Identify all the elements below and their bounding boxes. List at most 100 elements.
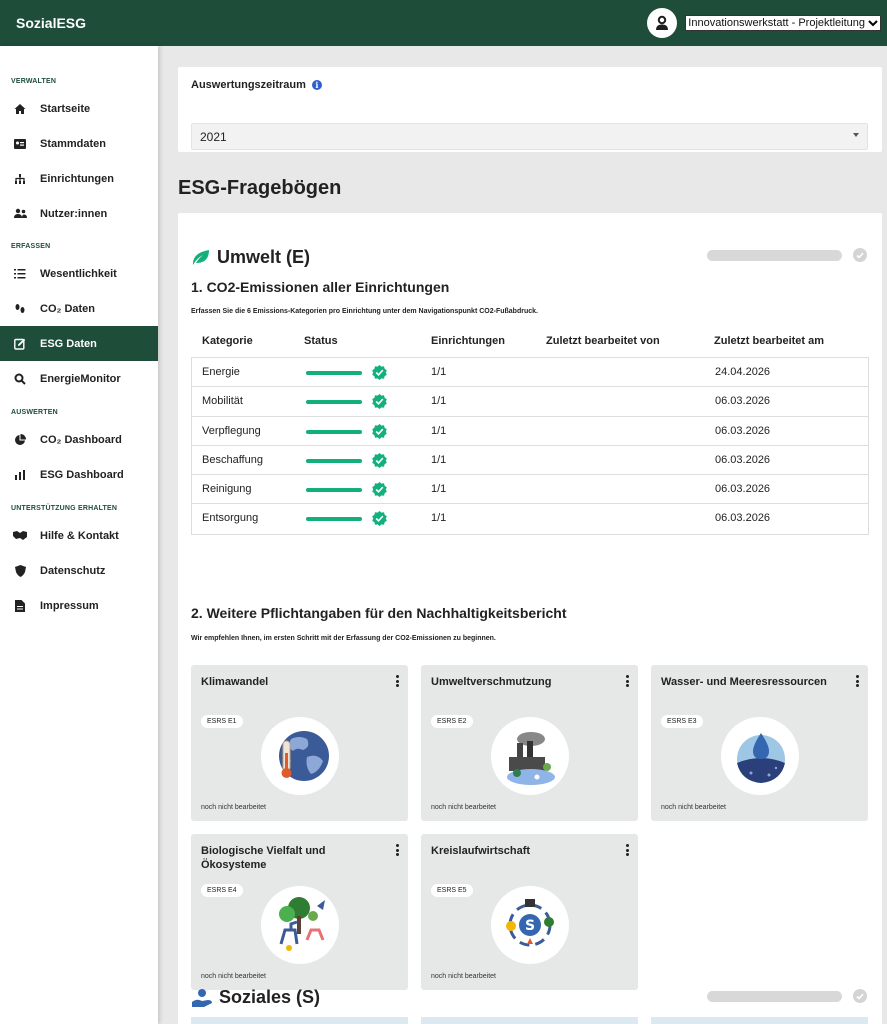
more-options-icon[interactable]: [395, 675, 399, 687]
table-row[interactable]: Verpflegung 1/1 06.03.2026: [192, 417, 868, 446]
sidebar-item-esg-daten[interactable]: ESG Daten: [0, 326, 158, 361]
further-section-hint: Wir empfehlen Ihnen, im ersten Schritt m…: [191, 635, 496, 642]
esrs-badge: ESRS E5: [431, 884, 473, 897]
period-select[interactable]: 2021: [191, 123, 868, 150]
tile-umweltverschmutzung[interactable]: Umweltverschmutzung ESRS E2 noch nicht b…: [421, 665, 638, 821]
tile-status: noch nicht bearbeitet: [201, 973, 266, 980]
sidebar-item-co2-daten[interactable]: CO₂ Daten: [0, 291, 158, 326]
sidebar-item-label: Impressum: [40, 599, 99, 612]
cell-bearbeitet-am: 06.03.2026: [715, 512, 771, 525]
further-section-title: 2. Weitere Pflichtangaben für den Nachha…: [191, 605, 567, 621]
tile-wasser-meeresressourcen[interactable]: Wasser- und Meeresressourcen ESRS E3 noc…: [651, 665, 868, 821]
tile-biologische-vielfalt[interactable]: Biologische Vielfalt und Ökosysteme ESRS…: [191, 834, 408, 990]
sidebar-item-label: CO₂ Daten: [40, 302, 96, 315]
more-options-icon[interactable]: [625, 844, 629, 856]
table-row[interactable]: Entsorgung 1/1 06.03.2026: [192, 504, 868, 533]
more-options-icon[interactable]: [395, 844, 399, 856]
list-icon: [13, 267, 27, 281]
check-circle-icon: [853, 989, 867, 1003]
column-header[interactable]: Zuletzt bearbeitet am: [714, 335, 824, 347]
cell-einrichtungen: 1/1: [431, 366, 447, 378]
status-progress-bar: [306, 400, 362, 405]
sidebar-item-stammdaten[interactable]: Stammdaten: [0, 126, 158, 161]
sidebar-item-nutzerinnen[interactable]: Nutzer:innen: [0, 196, 158, 231]
pillar-social-title: Soziales (S): [219, 987, 321, 1007]
table-row[interactable]: Beschaffung 1/1 06.03.2026: [192, 446, 868, 476]
sidebar-item-label: Startseite: [40, 102, 91, 115]
cell-bearbeitet-am: 24.04.2026: [715, 366, 771, 378]
pillar-environment-progress: [707, 250, 842, 261]
sidebar-item-einrichtungen[interactable]: Einrichtungen: [0, 161, 158, 196]
helping-hand-icon: [192, 988, 212, 1007]
column-header[interactable]: Zuletzt bearbeitet von: [546, 335, 660, 347]
cell-bearbeitet-am: 06.03.2026: [715, 395, 771, 408]
chevron-down-icon: [868, 20, 878, 27]
edit-icon: [13, 337, 27, 351]
user-area: Innovationswerkstatt - Projektleitung: [647, 8, 881, 38]
sidebar-item-label: EnergieMonitor: [40, 372, 121, 385]
cell-einrichtungen: 1/1: [431, 424, 447, 437]
verified-check-icon: [372, 452, 387, 468]
user-avatar-icon[interactable]: [647, 8, 678, 38]
svg-text:S: S: [525, 918, 535, 934]
sidebar-item-hilfe-kontakt[interactable]: Hilfe & Kontakt: [0, 518, 158, 553]
document-icon: [13, 599, 27, 613]
leaf-icon: [192, 249, 209, 265]
top-bar: SozialESG Innovationswerkstatt - Projekt…: [0, 0, 887, 46]
sitemap-icon: [13, 172, 27, 186]
caret-down-icon: [853, 133, 859, 137]
social-tile-partial[interactable]: [651, 1017, 868, 1024]
sidebar-item-label: ESG Dashboard: [40, 468, 124, 481]
tile-kreislaufwirtschaft[interactable]: Kreislaufwirtschaft ESRS E5 S noch nicht…: [421, 834, 638, 990]
factory-pollution-icon: [491, 717, 569, 795]
tile-status: noch nicht bearbeitet: [661, 804, 726, 811]
main-content: Auswertungszeitraum i 2021 ESG-Frageböge…: [158, 46, 887, 1024]
period-label-text: Auswertungszeitraum: [191, 79, 306, 91]
organization-select[interactable]: Innovationswerkstatt - Projektleitung: [685, 15, 881, 31]
cell-kategorie: Entsorgung: [202, 512, 259, 525]
cell-bearbeitet-am: 06.03.2026: [715, 453, 771, 466]
tile-title: Wasser- und Meeresressourcen: [661, 676, 827, 688]
sidebar-item-energiemonitor[interactable]: EnergieMonitor: [0, 361, 158, 396]
table-row[interactable]: Energie 1/1 24.04.2026: [192, 358, 868, 388]
tile-status: noch nicht bearbeitet: [201, 804, 266, 811]
table-row[interactable]: Mobilität 1/1 06.03.2026: [192, 387, 868, 417]
tile-klimawandel[interactable]: Klimawandel ESRS E1 noch nicht bearbeite…: [191, 665, 408, 821]
brand-logo[interactable]: SozialESG: [16, 15, 86, 31]
wildlife-icon: [261, 886, 339, 964]
co2-section-hint: Erfassen Sie die 6 Emissions-Kategorien …: [191, 308, 538, 315]
column-header[interactable]: Kategorie: [202, 335, 253, 347]
sidebar-item-startseite[interactable]: Startseite: [0, 91, 158, 126]
footprints-icon: [13, 302, 27, 316]
sidebar-item-datenschutz[interactable]: Datenschutz: [0, 553, 158, 588]
status-progress-bar: [306, 458, 362, 463]
more-options-icon[interactable]: [625, 675, 629, 687]
table-row[interactable]: Reinigung 1/1 06.03.2026: [192, 475, 868, 505]
tile-title: Biologische Vielfalt und Ökosysteme: [201, 845, 326, 871]
handshake-icon: [13, 529, 27, 543]
more-options-icon[interactable]: [855, 675, 859, 687]
period-card: Auswertungszeitraum i 2021: [178, 67, 882, 152]
check-circle-icon: [853, 248, 867, 262]
sidebar-item-impressum[interactable]: Impressum: [0, 588, 158, 623]
social-tile-partial[interactable]: [421, 1017, 638, 1024]
nav-section-verwalten: VERWALTEN: [11, 78, 57, 85]
sidebar: VERWALTEN Startseite Stammdaten Einricht…: [0, 46, 158, 1024]
column-header[interactable]: Einrichtungen: [431, 335, 505, 347]
column-header[interactable]: Status: [304, 335, 338, 347]
cell-kategorie: Verpflegung: [202, 424, 261, 437]
cell-bearbeitet-am: 06.03.2026: [715, 424, 771, 437]
cell-kategorie: Beschaffung: [202, 453, 263, 466]
tile-title: Kreislaufwirtschaft: [431, 845, 531, 857]
pie-chart-icon: [13, 433, 27, 447]
sidebar-item-wesentlichkeit[interactable]: Wesentlichkeit: [0, 256, 158, 291]
sidebar-item-co2-dashboard[interactable]: CO₂ Dashboard: [0, 422, 158, 457]
sidebar-item-label: CO₂ Dashboard: [40, 433, 122, 446]
info-icon[interactable]: i: [311, 80, 322, 90]
bar-chart-icon: [13, 468, 27, 482]
sidebar-item-esg-dashboard[interactable]: ESG Dashboard: [0, 457, 158, 492]
social-tile-partial[interactable]: [191, 1017, 408, 1024]
cell-einrichtungen: 1/1: [431, 512, 447, 525]
verified-check-icon: [372, 394, 387, 410]
page-title: ESG-Fragebögen: [178, 177, 342, 199]
